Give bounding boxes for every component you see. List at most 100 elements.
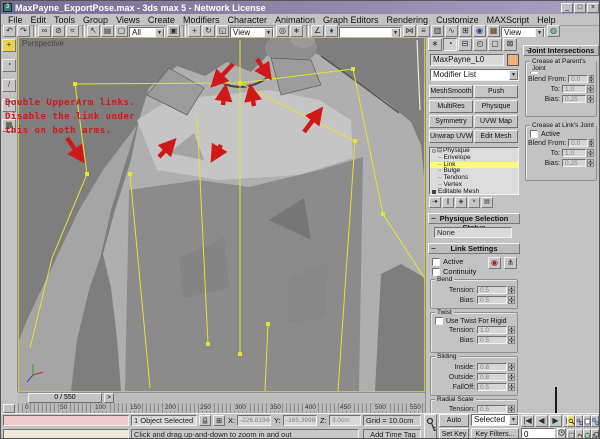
use-center-icon[interactable]: ◎ [276,25,289,37]
use-twist-checkbox[interactable] [435,317,443,325]
value-field[interactable]: 0.8 [477,363,507,371]
character-plugin-icon[interactable]: + [2,39,16,52]
curve-editor-icon[interactable]: ∿ [445,25,458,37]
value-field[interactable]: 1.0 [562,149,586,157]
tab-utilities-icon[interactable]: ⊠ [503,38,517,51]
z-coordinate-field[interactable]: 3.0cm [329,415,361,426]
configure-modifier-sets-icon[interactable]: ▤ [481,197,493,208]
value-field[interactable]: 0.5 [477,405,507,413]
go-to-start-icon[interactable]: |◀ [521,415,534,427]
viewport-label[interactable]: Perspective [22,39,64,48]
select-object-icon[interactable]: ↖ [87,25,100,37]
auto-key-button[interactable]: Auto Key [439,414,469,427]
value-field[interactable]: 0.5 [477,296,507,304]
link-display-icon[interactable]: ◉ [488,257,501,269]
material-editor-icon[interactable]: ◉ [473,25,486,37]
spinner-arrows[interactable]: ▲▼ [508,405,515,413]
modifier-button-uvw-map[interactable]: UVW Map [474,115,518,128]
window-crossing-icon[interactable]: ▣ [167,25,180,37]
tab-hierarchy-icon[interactable]: ⊟ [458,38,472,51]
remove-modifier-icon[interactable]: × [468,197,480,208]
render-scene-icon[interactable]: ▦ [487,25,500,37]
value-field[interactable]: 0.5 [477,383,507,391]
select-and-link-icon[interactable]: ∞ [38,25,51,37]
modifier-list-dropdown[interactable]: Modifier List▼ [430,69,519,81]
time-slider-track[interactable]: 0 / 550 > [18,392,425,402]
value-field[interactable]: 0.25 [562,95,586,103]
chevron-down-icon[interactable]: ▼ [264,28,273,38]
spinner-arrows[interactable]: ▲▼ [587,149,594,157]
y-coordinate-field[interactable]: -165.3998c [283,415,317,426]
object-name-field[interactable]: MaxPayne_L0 [430,54,504,66]
previous-frame-icon[interactable]: ◀ [535,415,548,427]
modifier-button-push[interactable]: Push [474,85,518,98]
value-field[interactable]: 1.0 [562,85,586,93]
spinner-arrows[interactable]: ▲▼ [587,159,594,167]
mirror-icon[interactable]: ⋈ [403,25,416,37]
collapse-icon[interactable]: − [431,244,436,253]
select-rotate-icon[interactable]: ↻ [202,25,215,37]
select-region-icon[interactable]: ▢ [115,25,128,37]
pan-hand-icon[interactable] [575,429,583,439]
biped-figure-icon[interactable]: ⋔ [504,257,517,269]
select-move-icon[interactable]: + [188,25,201,37]
track-bar-ruler[interactable]: 050100150200250300350400450500550 [18,403,425,413]
stack-item-base[interactable]: Editable Mesh [430,189,518,195]
modifier-button-symmetry[interactable]: Symmetry [429,115,473,128]
spinner-arrows[interactable]: ▲▼ [587,95,594,103]
collapse-icon[interactable]: − [431,214,436,223]
spinner-arrows[interactable]: ▲▼ [587,85,594,93]
tab-modify-icon[interactable]: ◔ [443,38,457,51]
align-icon[interactable]: ≡ [417,25,430,37]
spinner-arrows[interactable]: ▲▼ [508,286,515,294]
zoom-all-icon[interactable] [575,415,583,427]
chevron-down-icon[interactable]: ▼ [391,28,400,38]
menu-character[interactable]: Character [223,15,271,25]
map-plugin-icon[interactable]: ▦ [2,119,16,132]
value-field[interactable]: 1.0 [477,326,507,334]
current-frame-field[interactable] [521,428,555,439]
bind-to-spacewarp-icon[interactable]: ≈ [66,25,79,37]
material-plugin-icon[interactable]: ◔ [2,59,16,72]
tab-create-icon[interactable]: ∗ [428,38,442,51]
value-field[interactable]: 0.5 [477,286,507,294]
collapse-icon[interactable]: ⊟ [437,148,442,155]
value-field[interactable]: 0.25 [562,159,586,167]
show-end-result-icon[interactable]: ∥ [442,197,454,208]
add-time-tag[interactable]: Add Time Tag [363,429,421,439]
min-max-toggle-icon[interactable] [591,429,599,439]
value-field[interactable]: 0.0 [568,75,587,83]
spinner-arrows[interactable]: ▲▼ [508,363,515,371]
absolute-offset-toggle-icon[interactable]: ⊞ [213,415,225,426]
minimize-button[interactable]: _ [561,3,573,13]
spinner-arrows[interactable]: ▲▼ [508,326,515,334]
frame-advance-button[interactable]: > [104,393,114,403]
spinner-arrows[interactable]: ▲▼ [589,139,594,147]
set-keys-key-icon[interactable] [424,414,437,439]
modifier-button-meshsmooth[interactable]: MeshSmooth [429,85,473,98]
unlink-selection-icon[interactable]: ⊘ [52,25,65,37]
select-by-name-icon[interactable]: ▤ [101,25,114,37]
select-scale-icon[interactable]: ◱ [216,25,229,37]
value-field[interactable]: 0.5 [477,336,507,344]
collapse-icon[interactable]: − [526,46,531,55]
rollout-joint-intersections[interactable]: −Joint Intersections [523,45,599,56]
quick-render-icon[interactable]: ◍ [547,25,560,37]
macro-recorder-field[interactable] [3,415,129,426]
chevron-down-icon[interactable]: ▼ [509,70,518,80]
link-active-checkbox[interactable] [530,130,538,138]
maximize-button[interactable]: □ [574,3,586,13]
active-checkbox[interactable] [432,258,440,266]
spinner-arrows[interactable]: ▲▼ [508,336,515,344]
object-color-swatch[interactable] [507,54,519,66]
listener-field[interactable] [3,429,129,439]
region-zoom-icon[interactable] [567,429,575,439]
chevron-down-icon[interactable]: ▼ [535,28,544,38]
continuity-checkbox[interactable] [432,268,440,276]
modifier-stack[interactable]: ⊟PhysiqueEnvelopeLinkBulgeTendonsVertexE… [429,147,519,195]
x-coordinate-field[interactable]: -226.8194c [237,415,271,426]
redo-icon[interactable]: ↷ [17,25,30,37]
panel-scrollbar[interactable] [555,387,557,413]
spinner-arrows[interactable]: ▲▼ [508,383,515,391]
lightbulb-icon[interactable] [432,149,436,153]
